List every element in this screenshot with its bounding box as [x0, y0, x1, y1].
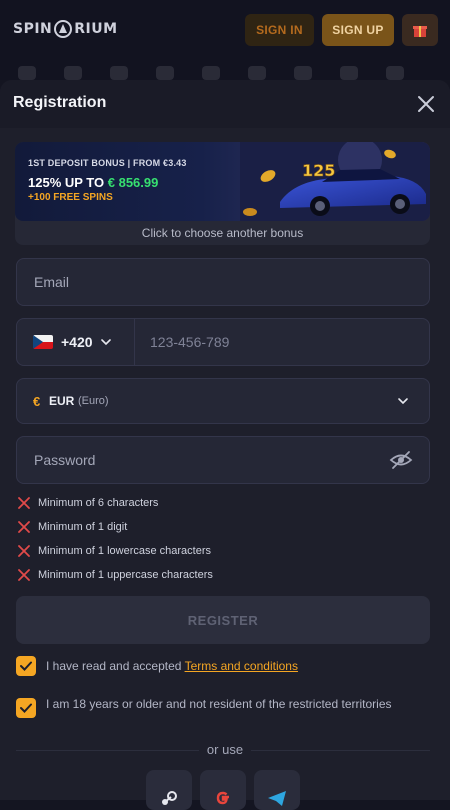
password-rule-text: Minimum of 1 digit	[38, 521, 128, 533]
email-field[interactable]: Email	[16, 258, 430, 306]
category-icon[interactable]	[294, 66, 312, 80]
category-icon[interactable]	[386, 66, 404, 80]
password-rule-text: Minimum of 1 uppercase characters	[38, 569, 213, 581]
category-icon[interactable]	[248, 66, 266, 80]
password-placeholder: Password	[34, 452, 96, 468]
age-text: I am 18 years or older and not resident …	[46, 697, 392, 711]
choose-bonus-link[interactable]: Click to choose another bonus	[15, 226, 430, 240]
phone-country-select[interactable]: +420	[17, 319, 135, 365]
password-rule-text: Minimum of 6 characters	[38, 497, 159, 509]
logo-text-right: RIUM	[74, 21, 118, 37]
terms-agreement: I have read and accepted Terms and condi…	[16, 656, 298, 676]
site-header: SPIN RIUM SIGN IN SIGN UP	[0, 0, 450, 80]
currency-code: EUR	[49, 394, 75, 408]
password-rule: Minimum of 1 lowercase characters	[18, 543, 211, 559]
social-login	[146, 770, 300, 810]
steam-login-button[interactable]	[146, 770, 192, 810]
category-icon[interactable]	[18, 66, 36, 80]
bonus-banner[interactable]: 1ST DEPOSIT BONUS | FROM €3.43 125% UP T…	[15, 142, 430, 221]
category-icon[interactable]	[156, 66, 174, 80]
logo-mark-icon	[54, 20, 73, 38]
category-icon[interactable]	[64, 66, 82, 80]
terms-link[interactable]: Terms and conditions	[185, 659, 298, 673]
age-checkbox[interactable]	[16, 698, 36, 718]
currency-symbol: €	[33, 394, 41, 409]
steam-icon	[162, 791, 177, 805]
sign-in-button[interactable]: SIGN IN	[245, 14, 314, 46]
sign-up-button[interactable]: SIGN UP	[322, 14, 394, 46]
bonus-free-spins: +100 FREE SPINS	[28, 192, 113, 203]
category-icon[interactable]	[340, 66, 358, 80]
phone-field: +420 123-456-789	[16, 318, 430, 366]
category-icon[interactable]	[110, 66, 128, 80]
gift-icon	[413, 26, 427, 37]
email-placeholder: Email	[34, 274, 70, 290]
terms-checkbox[interactable]	[16, 656, 36, 676]
telegram-login-button[interactable]	[254, 770, 300, 810]
chevron-down-icon	[100, 339, 111, 346]
bonus-amount: € 856.99	[107, 175, 159, 190]
cross-icon	[18, 521, 30, 533]
sports-car-illustration: 125	[240, 142, 430, 221]
password-rule: Minimum of 1 digit	[18, 519, 127, 535]
eye-off-icon[interactable]	[389, 450, 413, 470]
password-rule-text: Minimum of 1 lowercase characters	[38, 545, 212, 557]
cross-icon	[18, 497, 30, 509]
terms-prefix: I have read and accepted	[46, 659, 185, 673]
telegram-icon	[268, 791, 286, 806]
phone-input[interactable]: 123-456-789	[150, 334, 229, 350]
google-login-button[interactable]	[200, 770, 246, 810]
checkmark-icon	[20, 703, 32, 713]
age-agreement: I am 18 years or older and not resident …	[16, 696, 406, 718]
gift-button[interactable]	[402, 14, 438, 46]
chevron-down-icon	[398, 398, 408, 405]
cross-icon	[18, 569, 30, 581]
or-use-label: or use	[0, 742, 450, 757]
close-icon[interactable]	[414, 92, 438, 116]
modal-header: Registration	[0, 80, 450, 128]
cross-icon	[18, 545, 30, 557]
bonus-card[interactable]: 1ST DEPOSIT BONUS | FROM €3.43 125% UP T…	[15, 142, 430, 245]
or-use-text: or use	[198, 742, 252, 757]
category-strip	[0, 66, 450, 80]
currency-name: (Euro)	[78, 395, 109, 407]
google-icon	[216, 791, 229, 805]
checkmark-icon	[20, 661, 32, 671]
bonus-percent-text: 125% UP TO	[28, 175, 105, 190]
password-rule: Minimum of 6 characters	[18, 495, 158, 511]
bonus-deposit-label: 1ST DEPOSIT BONUS | FROM €3.43	[28, 158, 187, 168]
password-field[interactable]: Password	[16, 436, 430, 484]
logo[interactable]: SPIN RIUM	[13, 20, 118, 38]
phone-prefix: +420	[61, 334, 93, 350]
category-icon[interactable]	[202, 66, 220, 80]
terms-text: I have read and accepted Terms and condi…	[46, 656, 298, 676]
registration-modal: Registration 1ST DEPOSIT BONUS | FROM €3…	[0, 80, 450, 810]
czech-flag-icon	[33, 335, 53, 349]
logo-text-left: SPIN	[13, 21, 53, 37]
register-button[interactable]: REGISTER	[16, 596, 430, 644]
bonus-125-badge: 125	[302, 161, 335, 180]
password-rule: Minimum of 1 uppercase characters	[18, 567, 213, 583]
currency-select[interactable]: € EUR (Euro)	[16, 378, 430, 424]
modal-title: Registration	[13, 94, 107, 111]
bonus-percent: 125% UP TO € 856.99	[28, 175, 158, 190]
